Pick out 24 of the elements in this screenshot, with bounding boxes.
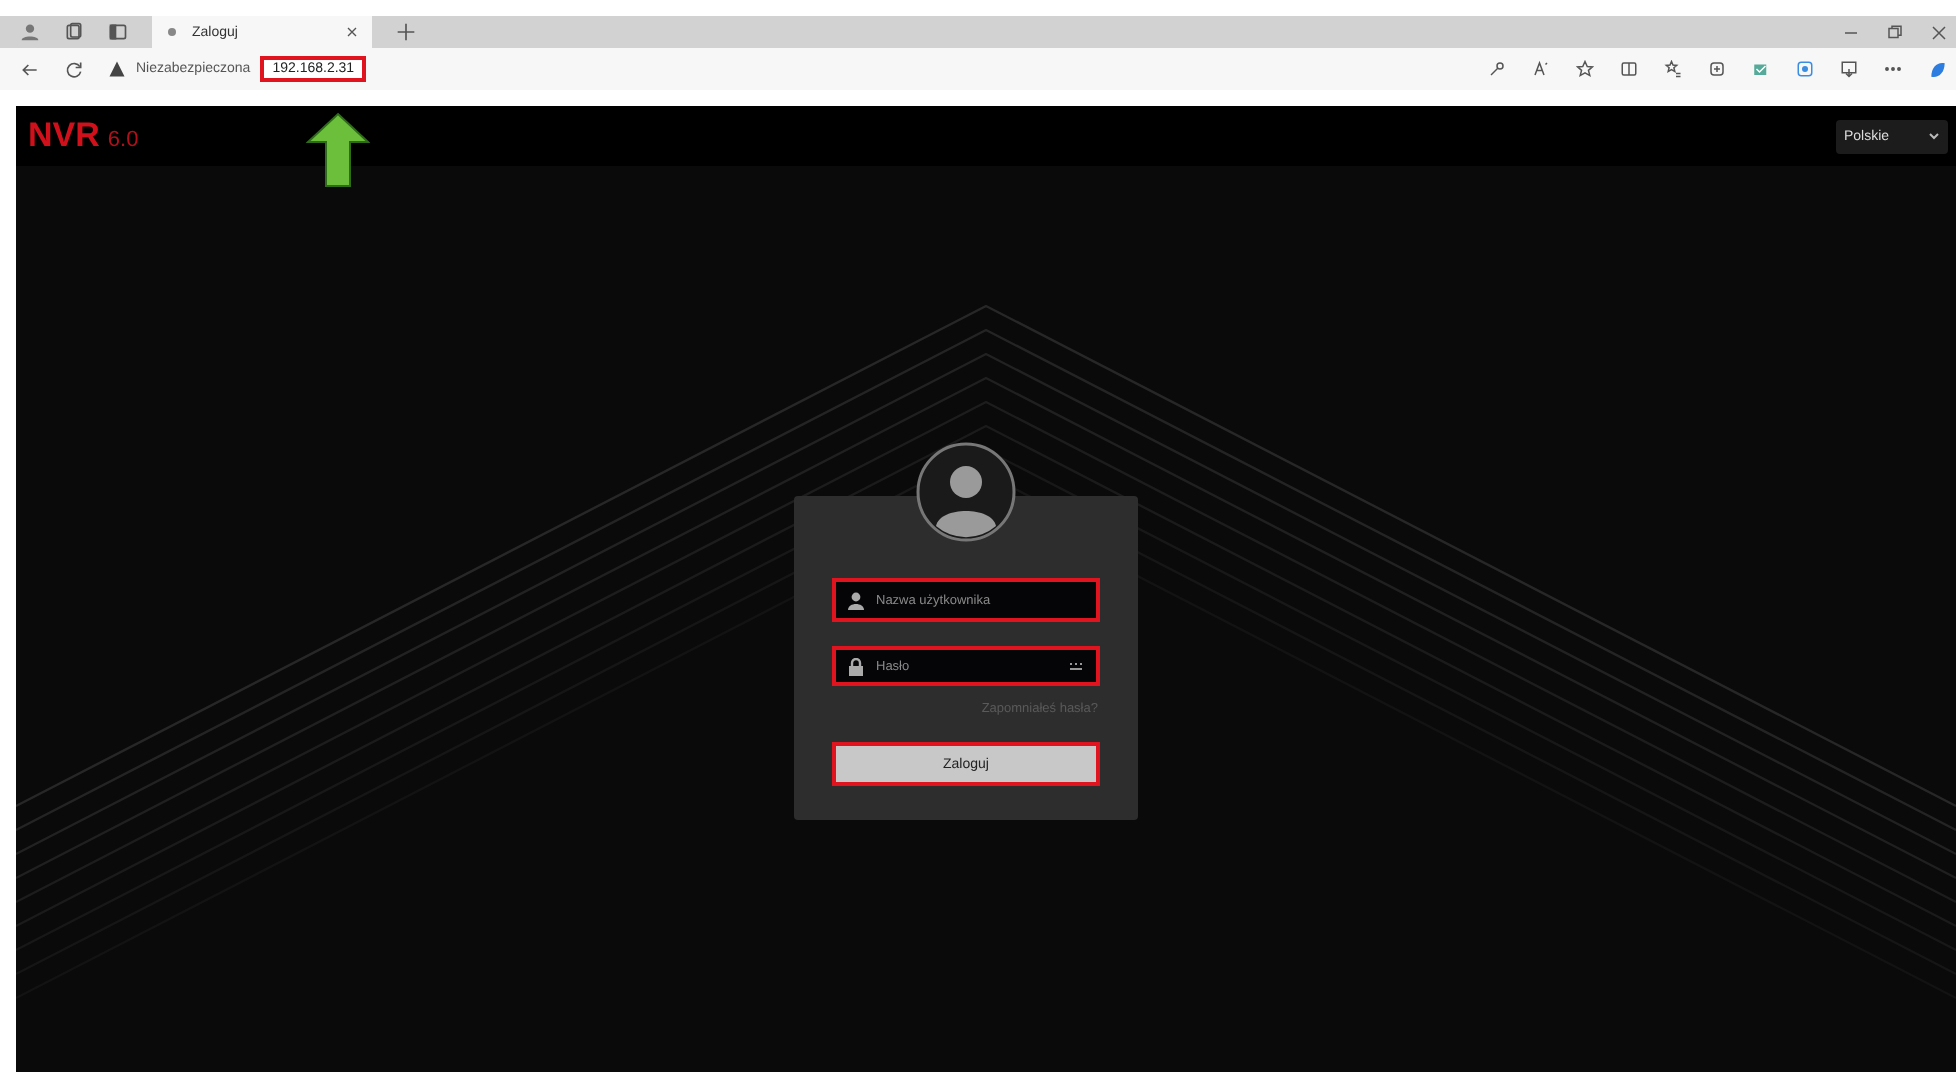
logo-text: NVR [28,116,100,156]
back-icon[interactable] [20,59,40,79]
avatar-icon [916,442,1016,542]
version-text: 6.0 [107,128,139,152]
refresh-icon[interactable] [64,59,84,79]
keyboard-icon[interactable] [1068,661,1084,671]
close-icon[interactable] [344,24,360,40]
chevron-down-icon [1928,132,1940,140]
star-icon[interactable] [1576,60,1594,78]
warning-icon [108,60,126,78]
annotation-arrow [306,112,370,188]
new-tab-icon[interactable] [396,22,416,42]
close-icon[interactable] [1930,23,1948,41]
restore-icon[interactable] [1886,23,1904,41]
user-icon [848,591,864,609]
read-aloud-icon[interactable] [1532,60,1550,78]
favorites-icon[interactable] [1664,60,1682,78]
key-icon[interactable] [1488,60,1506,78]
page-icon [164,24,180,40]
tab-actions-icon[interactable] [108,22,128,42]
screenshot-icon[interactable] [1840,60,1858,78]
profile-icon[interactable] [20,22,40,42]
split-screen-icon[interactable] [1620,60,1638,78]
lock-icon [848,657,864,675]
